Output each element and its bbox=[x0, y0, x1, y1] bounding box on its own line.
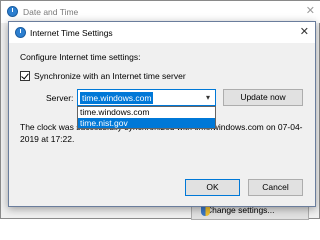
settings-heading: Configure Internet time settings: bbox=[20, 52, 141, 62]
cancel-button[interactable]: Cancel bbox=[248, 179, 303, 196]
window-titlebar: Date and Time ✕ bbox=[1, 1, 320, 23]
dropdown-option[interactable]: time.windows.com bbox=[78, 107, 215, 118]
clock-icon bbox=[15, 27, 26, 38]
dialog-titlebar: Internet Time Settings ✕ bbox=[9, 22, 315, 43]
update-now-button[interactable]: Update now bbox=[223, 89, 303, 106]
dropdown-option[interactable]: time.nist.gov bbox=[78, 117, 215, 128]
server-label: Server: bbox=[46, 93, 74, 103]
chevron-down-icon[interactable]: ▾ bbox=[201, 90, 215, 105]
close-icon[interactable]: ✕ bbox=[300, 25, 309, 38]
server-combobox-value[interactable]: time.windows.com bbox=[80, 92, 154, 104]
window-title: Date and Time bbox=[23, 7, 79, 17]
server-combobox[interactable]: time.windows.com ▾ bbox=[77, 89, 216, 106]
clock-icon bbox=[7, 6, 18, 17]
sync-checkbox[interactable] bbox=[20, 71, 30, 81]
internet-time-settings-dialog: Internet Time Settings ✕ Configure Inter… bbox=[8, 21, 316, 207]
ok-button[interactable]: OK bbox=[185, 179, 240, 196]
sync-checkbox-label: Synchronize with an Internet time server bbox=[34, 71, 186, 81]
sync-checkbox-row[interactable]: Synchronize with an Internet time server bbox=[20, 71, 186, 81]
close-icon[interactable]: ✕ bbox=[306, 4, 315, 17]
server-dropdown-list: time.windows.com time.nist.gov bbox=[77, 106, 216, 129]
uac-shield-icon bbox=[201, 206, 210, 216]
dialog-title: Internet Time Settings bbox=[30, 28, 113, 38]
